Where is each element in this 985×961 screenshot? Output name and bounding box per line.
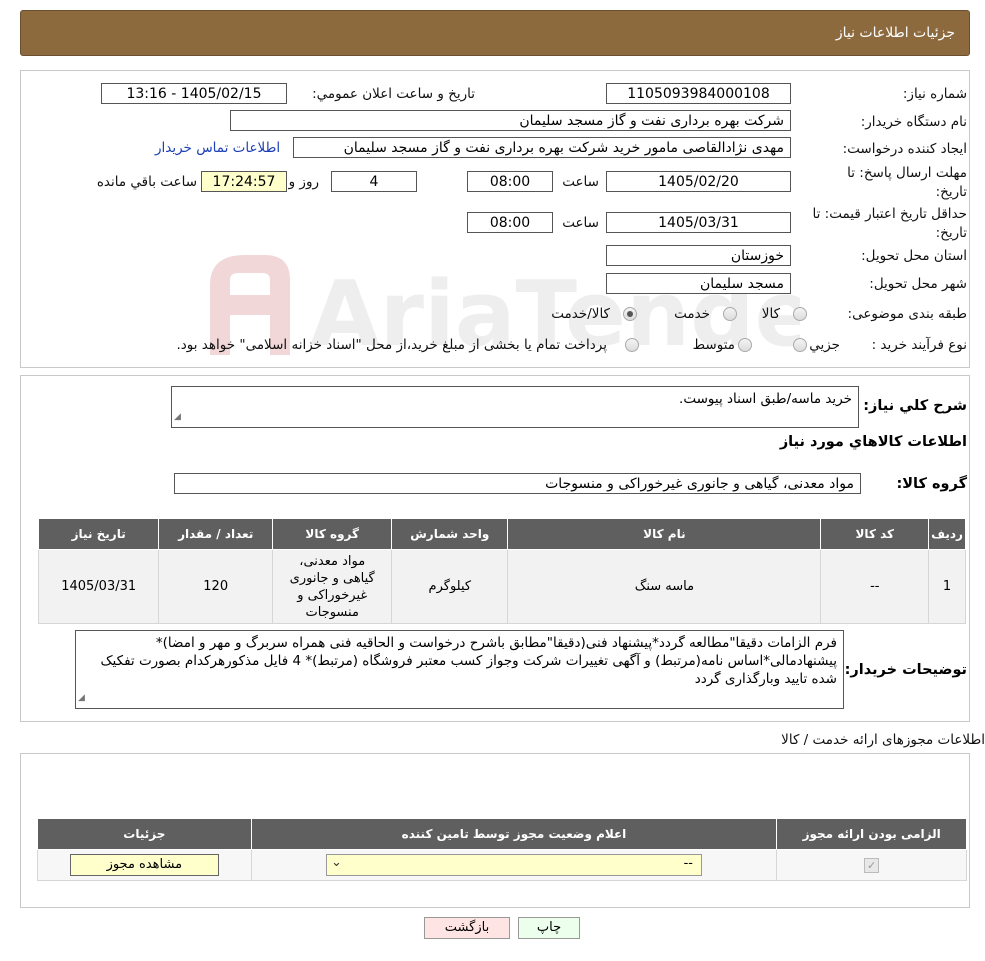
general-desc-label: شرح کلي نیاز: [863, 398, 967, 414]
col-license-details: جزئیات [37, 818, 252, 850]
col-unit: واحد شمارش [391, 518, 509, 550]
general-desc-textarea[interactable]: خرید ماسه/طبق اسناد پیوست. ◢ [171, 386, 859, 428]
city-label: شهر محل تحویل: [869, 276, 967, 292]
need-number-field: 1105093984000108 [606, 83, 791, 104]
province-field: خوزستان [606, 245, 791, 266]
need-number-label: شماره نیاز: [902, 86, 967, 102]
purchase-radio-treasury[interactable] [625, 338, 639, 352]
category-label: طبقه بندی موضوعی: [847, 306, 967, 322]
col-license-status: اعلام وضعیت مجوز توسط تامین کننده [250, 818, 778, 850]
cell-license-status: -- ⌄ [250, 849, 778, 881]
purchase-type-label: نوع فرآیند خرید : [871, 337, 967, 353]
announce-datetime-field: 1405/02/15 - 13:16 [101, 83, 287, 104]
resize-grip-icon[interactable]: ◢ [78, 689, 85, 707]
col-code: کد کالا [820, 518, 930, 550]
cell-name: ماسه سنگ [507, 549, 822, 624]
checkbox-checked-icon[interactable]: ✓ [864, 857, 880, 873]
back-button[interactable]: بازگشت [424, 917, 510, 939]
price-validity-date: 1405/03/31 [606, 212, 791, 233]
license-status-value: -- [683, 856, 693, 871]
reply-time-label: ساعت [562, 174, 599, 190]
reply-days-label: روز و [288, 174, 319, 190]
buyer-notes-text: فرم الزامات دقیقا"مطالعه گردد*پیشنهاد فن… [100, 635, 837, 687]
page-header: جزئیات اطلاعات نیاز [20, 10, 970, 56]
category-radio-goods-service[interactable] [623, 307, 637, 321]
province-label: استان محل تحویل: [861, 248, 967, 264]
col-group: گروه کالا [272, 518, 393, 550]
price-time-label: ساعت [562, 215, 599, 231]
general-desc-text: خرید ماسه/طبق اسناد پیوست. [679, 391, 852, 407]
resize-grip-icon[interactable]: ◢ [174, 408, 181, 426]
cell-group: مواد معدنی، گیاهی و جانوری غیرخوراکی و م… [272, 549, 393, 624]
buyer-notes-label: توضیحات خریدار: [844, 662, 967, 678]
cell-unit: کیلوگرم [391, 549, 509, 624]
cell-code: -- [820, 549, 930, 624]
col-qty: تعداد / مقدار [158, 518, 274, 550]
announce-datetime-label: تاریخ و ساعت اعلان عمومي: [312, 86, 475, 102]
col-license-required: الزامی بودن ارائه مجوز [776, 818, 967, 850]
city-field: مسجد سلیمان [606, 273, 791, 294]
reply-deadline-label: مهلت ارسال پاسخ: تا تاریخ: [847, 165, 967, 200]
goods-section-title: اطلاعات کالاهاي مورد نیاز [779, 434, 967, 450]
cell-qty: 120 [158, 549, 274, 624]
view-license-button[interactable]: مشاهده مجوز [69, 854, 219, 876]
price-validity-label: حداقل تاریخ اعتبار قیمت: تا تاریخ: [812, 206, 967, 241]
category-radio-goods[interactable] [793, 307, 807, 321]
page-title: جزئیات اطلاعات نیاز [835, 25, 955, 41]
category-radio-service[interactable] [723, 307, 737, 321]
buyer-notes-textarea[interactable]: فرم الزامات دقیقا"مطالعه گردد*پیشنهاد فن… [75, 630, 844, 709]
remaining-time-field: 17:24:57 [201, 171, 287, 192]
remaining-time-label: ساعت باقي مانده [96, 174, 197, 190]
purchase-note: پرداخت تمام یا بخشی از مبلغ خرید،از محل … [176, 337, 607, 353]
purchase-option-minor: جزیي [809, 337, 840, 353]
requester-field: مهدی نژادالقاصی مامور خرید شرکت بهره برد… [293, 137, 791, 158]
cell-license-details: مشاهده مجوز [37, 849, 252, 881]
table-row: 1 -- ماسه سنگ کیلوگرم مواد معدنی، گیاهی … [37, 549, 966, 624]
col-row: ردیف [928, 518, 966, 550]
cell-date: 1405/03/31 [37, 549, 160, 624]
buyer-org-label: نام دستگاه خریدار: [860, 114, 967, 130]
price-validity-time: 08:00 [467, 212, 553, 233]
goods-group-field: مواد معدنی، گیاهی و جانوری غیرخوراکی و م… [174, 473, 861, 494]
print-button[interactable]: چاپ [518, 917, 580, 939]
buyer-org-field: شرکت بهره برداری نفت و گاز مسجد سلیمان [230, 110, 791, 131]
reply-deadline-time: 08:00 [467, 171, 553, 192]
license-status-select[interactable]: -- ⌄ [325, 854, 702, 876]
category-option-goods: کالا [761, 306, 780, 322]
cell-license-required: ✓ [776, 849, 967, 881]
reply-days-field: 4 [331, 171, 417, 192]
col-name: نام کالا [507, 518, 822, 550]
purchase-radio-minor[interactable] [793, 338, 807, 352]
purchase-radio-medium[interactable] [738, 338, 752, 352]
buyer-contact-link[interactable]: اطلاعات تماس خریدار [155, 140, 280, 156]
category-option-service: خدمت [674, 306, 710, 322]
items-table-header: ردیف کد کالا نام کالا واحد شمارش گروه کا… [37, 518, 966, 550]
requester-label: ایجاد کننده درخواست: [842, 141, 967, 157]
chevron-down-icon: ⌄ [330, 855, 342, 870]
cell-row: 1 [928, 549, 966, 624]
purchase-option-medium: متوسط [692, 337, 735, 353]
category-option-goods-service: کالا/خدمت [551, 306, 610, 322]
licenses-table: الزامی بودن ارائه مجوز اعلام وضعیت مجوز … [37, 818, 967, 881]
goods-group-label: گروه کالا: [896, 476, 967, 492]
col-date: تاریخ نیاز [37, 518, 160, 550]
table-row: ✓ -- ⌄ مشاهده مجوز [37, 849, 967, 881]
licenses-table-header: الزامی بودن ارائه مجوز اعلام وضعیت مجوز … [37, 818, 967, 850]
items-table: ردیف کد کالا نام کالا واحد شمارش گروه کا… [37, 518, 966, 624]
reply-deadline-date: 1405/02/20 [606, 171, 791, 192]
licenses-title: اطلاعات مجوزهای ارائه خدمت / کالا [781, 732, 985, 748]
